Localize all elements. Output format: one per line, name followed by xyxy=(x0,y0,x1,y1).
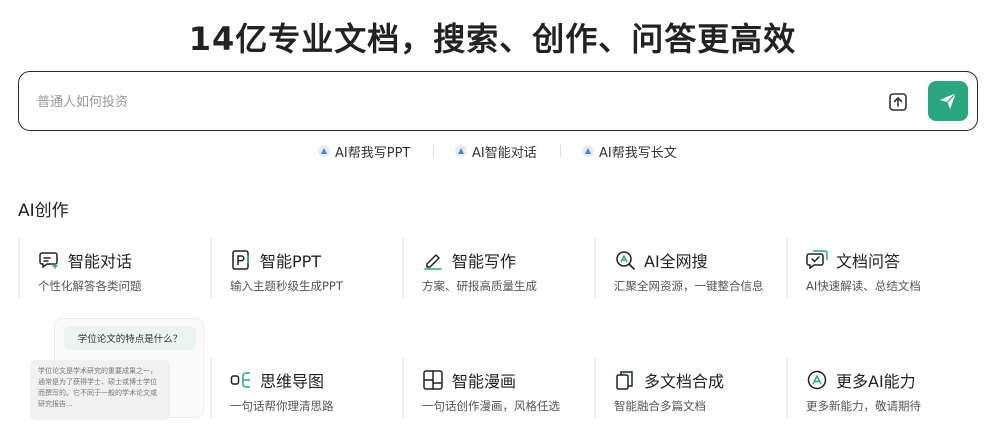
pen-icon xyxy=(422,249,444,271)
card-title: 思维导图 xyxy=(260,372,325,391)
card-title: 智能PPT xyxy=(260,252,322,271)
card-desc: 个性化解答各类问题 xyxy=(38,279,142,293)
send-icon xyxy=(940,92,957,109)
page-title: 14亿专业文档，搜索、创作、问答更高效 xyxy=(188,20,797,58)
card-smart-ppt[interactable]: 智能PPT 输入主题秒级生成PPT xyxy=(210,238,396,308)
card-desc: 一句话创作漫画，风格任选 xyxy=(422,399,560,413)
card-smart-writing[interactable]: 智能写作 方案、研报高质量生成 xyxy=(402,238,588,308)
card-mindmap[interactable]: 思维导图 一句话帮你理清思路 xyxy=(210,358,396,428)
card-desc: 汇聚全网资源，一键整合信息 xyxy=(614,279,764,293)
doc-qa-icon xyxy=(806,249,828,271)
chat-preview-illustration: 学位论文的特点是什么？ 学位论文是学术研究的重要成果之一，通常是为了获得学士、硕… xyxy=(20,300,206,420)
card-smart-chat[interactable]: 智能对话 个性化解答各类问题 xyxy=(18,238,204,308)
card-desc: 更多新能力，敬请期待 xyxy=(806,399,921,413)
search-box[interactable] xyxy=(18,71,978,131)
preview-question: 学位论文的特点是什么？ xyxy=(64,326,196,350)
card-desc: 智能融合多篇文档 xyxy=(614,399,706,413)
more-ai-icon xyxy=(806,369,828,391)
card-title: 多文档合成 xyxy=(644,372,725,391)
search-input[interactable] xyxy=(37,90,857,114)
card-smart-comic[interactable]: 智能漫画 一句话创作漫画，风格任选 xyxy=(402,358,588,428)
quick-link-label: AI帮我写PPT xyxy=(335,145,411,161)
card-multi-doc[interactable]: 多文档合成 智能融合多篇文档 xyxy=(594,358,780,428)
divider xyxy=(433,145,434,157)
ai-icon xyxy=(582,145,594,157)
card-web-search[interactable]: AI全网搜 汇聚全网资源，一键整合信息 xyxy=(594,238,780,308)
card-title: 智能漫画 xyxy=(452,372,517,391)
card-title: AI全网搜 xyxy=(644,252,708,271)
card-title: 文档问答 xyxy=(836,252,901,271)
card-title: 智能写作 xyxy=(452,252,517,271)
send-button[interactable] xyxy=(928,81,968,121)
quick-link-long-text[interactable]: AI帮我写长文 xyxy=(582,141,677,161)
quick-link-label: AI智能对话 xyxy=(472,145,537,161)
ai-icon xyxy=(318,145,330,157)
search-web-icon xyxy=(614,249,636,271)
chat-icon xyxy=(38,249,60,271)
preview-answer: 学位论文是学术研究的重要成果之一，通常是为了获得学士、硕士或博士学位而撰写的。它… xyxy=(30,360,170,420)
divider xyxy=(560,145,561,157)
card-doc-qa[interactable]: 文档问答 AI快速解读、总结文档 xyxy=(786,238,972,308)
upload-icon xyxy=(889,93,907,111)
quick-link-chat[interactable]: AI智能对话 xyxy=(455,141,537,161)
section-title: AI创作 xyxy=(18,201,69,221)
card-desc: 一句话帮你理清思路 xyxy=(230,399,334,413)
card-title: 更多AI能力 xyxy=(836,372,916,391)
card-more-ai[interactable]: 更多AI能力 更多新能力，敬请期待 xyxy=(786,358,972,428)
comic-icon xyxy=(422,369,444,391)
quick-links: AI帮我写PPT AI智能对话 AI帮我写长文 xyxy=(0,141,985,161)
upload-button[interactable] xyxy=(887,91,909,113)
ppt-icon xyxy=(230,249,252,271)
card-title: 智能对话 xyxy=(68,252,133,271)
card-desc: AI快速解读、总结文档 xyxy=(806,279,921,293)
card-desc: 方案、研报高质量生成 xyxy=(422,279,537,293)
ai-icon xyxy=(455,145,467,157)
quick-link-label: AI帮我写长文 xyxy=(599,145,677,161)
multi-doc-icon xyxy=(614,369,636,391)
card-desc: 输入主题秒级生成PPT xyxy=(230,279,343,293)
quick-link-ppt[interactable]: AI帮我写PPT xyxy=(318,141,410,161)
mindmap-icon xyxy=(230,369,252,391)
